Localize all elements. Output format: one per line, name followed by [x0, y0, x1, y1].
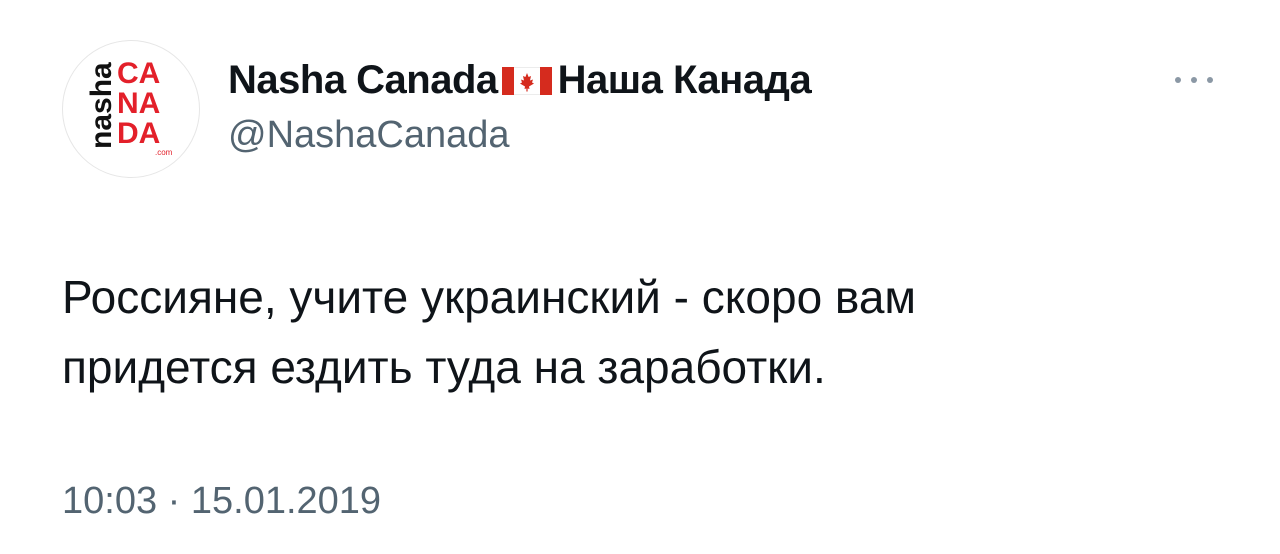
author-name-row[interactable]: Nasha Canada Наша Канада: [228, 52, 812, 108]
tweet-timestamp[interactable]: 10:03 · 15.01.2019: [62, 480, 381, 523]
nasha-canada-logo: nasha CA NA DA .com: [85, 57, 173, 157]
display-name-latin[interactable]: Nasha Canada: [228, 58, 498, 103]
logo-line-1: CA: [117, 57, 160, 90]
canada-flag-icon: [501, 67, 552, 95]
tweet-text-line: придется ездить туда на заработки.: [62, 341, 826, 393]
logo-line-3: DA: [117, 117, 160, 150]
display-name-cyrillic[interactable]: Наша Канада: [558, 58, 812, 103]
author-handle[interactable]: @NashaCanada: [228, 114, 510, 157]
more-dots-icon: [1175, 77, 1213, 83]
tweet-text: Россияне, учите украинский - скоро вам п…: [62, 262, 1212, 402]
logo-line-2: NA: [117, 87, 160, 120]
avatar[interactable]: nasha CA NA DA .com: [62, 40, 200, 178]
more-options-button[interactable]: [1164, 60, 1224, 100]
tweet-text-line: Россияне, учите украинский - скоро вам: [62, 271, 917, 323]
logo-vertical-text: nasha: [85, 62, 118, 149]
logo-suffix: .com: [155, 148, 173, 157]
